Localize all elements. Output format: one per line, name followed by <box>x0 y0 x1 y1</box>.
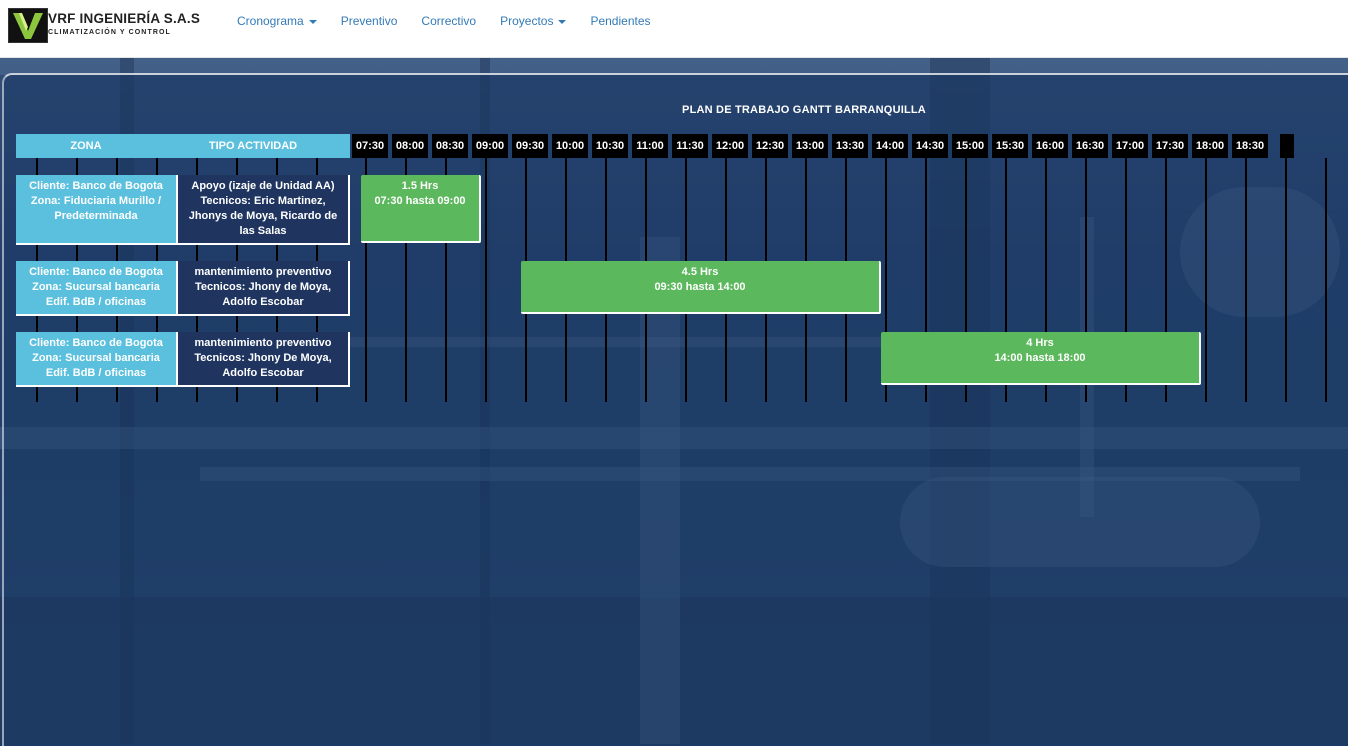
logo-icon <box>8 8 48 43</box>
tipo-line: Jhonys de Moya, Ricardo de <box>188 210 338 222</box>
time-header: 12:30 <box>752 134 788 158</box>
row-zona: Cliente: Banco de Bogota Zona: Sucursal b… <box>16 332 178 387</box>
tipo-line: Adolfo Escobar <box>222 296 304 308</box>
zona-line: Cliente: Banco de Bogota <box>29 180 163 192</box>
zona-line: Edif. BdB / oficinas <box>45 296 147 308</box>
bar-range: 07:30 hasta 09:00 <box>374 195 466 207</box>
brand[interactable]: VRF INGENIERÍA S.A.S CLIMATIZACIÓN Y CON… <box>8 8 201 44</box>
time-header: 18:00 <box>1192 134 1228 158</box>
main-nav: Cronograma Preventivo Correctivo Proyect… <box>225 0 663 57</box>
gantt-bar[interactable]: 4 Hrs 14:00 hasta 18:00 <box>881 332 1201 385</box>
time-header: 10:30 <box>592 134 628 158</box>
zona-line: Zona: Fiduciaria Murillo / <box>30 195 162 207</box>
bar-duration: 1.5 Hrs <box>401 180 439 192</box>
bar-range: 14:00 hasta 18:00 <box>994 352 1086 364</box>
bar-duration: 4 Hrs <box>1026 337 1054 349</box>
tipo-line: Tecnicos: Eric Martinez, <box>200 195 326 207</box>
time-header: 15:00 <box>952 134 988 158</box>
row-zona: Cliente: Banco de Bogota Zona: Sucursal b… <box>16 261 178 316</box>
header-tipo-actividad: TIPO ACTIVIDAD <box>156 134 350 158</box>
time-header: 14:00 <box>872 134 908 158</box>
tipo-line: Apoyo (izaje de Unidad AA) <box>191 180 335 192</box>
gantt-title: PLAN DE TRABAJO GANTT BARRANQUILLA <box>682 104 926 116</box>
zona-line: Cliente: Banco de Bogota <box>29 337 163 349</box>
gantt-bar[interactable]: 4.5 Hrs 09:30 hasta 14:00 <box>521 261 881 314</box>
time-header: 08:00 <box>392 134 428 158</box>
tipo-line: Tecnicos: Jhony de Moya, <box>194 281 332 293</box>
tipo-line: mantenimiento preventivo <box>194 266 332 278</box>
time-header: 11:00 <box>632 134 668 158</box>
time-header: 17:30 <box>1152 134 1188 158</box>
time-header: 13:30 <box>832 134 868 158</box>
tipo-line: Adolfo Escobar <box>222 367 304 379</box>
header-zona: ZONA <box>16 134 156 158</box>
zona-line: Cliente: Banco de Bogota <box>29 266 163 278</box>
grid-line <box>1325 158 1327 402</box>
bar-range: 09:30 hasta 14:00 <box>654 281 746 293</box>
grid-line <box>1245 158 1247 402</box>
bar-duration: 4.5 Hrs <box>681 266 719 278</box>
brand-title: VRF INGENIERÍA S.A.S <box>48 11 201 26</box>
content-panel <box>2 73 1348 746</box>
tipo-line: Tecnicos: Jhony De Moya, <box>194 352 332 364</box>
zona-line: Predeterminada <box>54 210 138 222</box>
row-tipo-actividad: Apoyo (izaje de Unidad AA) Tecnicos: Eric… <box>178 175 350 245</box>
time-header: 18:30 <box>1232 134 1268 158</box>
nav-item-correctivo[interactable]: Correctivo <box>409 0 488 57</box>
nav-item-pendientes[interactable]: Pendientes <box>578 0 662 57</box>
time-header: 12:00 <box>712 134 748 158</box>
nav-label: Pendientes <box>590 14 651 28</box>
navbar: VRF INGENIERÍA S.A.S CLIMATIZACIÓN Y CON… <box>0 0 1348 58</box>
tipo-line: las Salas <box>239 225 287 237</box>
nav-item-proyectos[interactable]: Proyectos <box>488 0 578 57</box>
nav-label: Correctivo <box>421 14 477 28</box>
time-header: 09:30 <box>512 134 548 158</box>
zona-line: Edif. BdB / oficinas <box>45 367 147 379</box>
row-zona: Cliente: Banco de Bogota Zona: Fiduciaria… <box>16 175 178 245</box>
caret-down-icon <box>308 19 317 24</box>
time-header: 17:00 <box>1112 134 1148 158</box>
time-header: 16:00 <box>1032 134 1068 158</box>
gantt-bar[interactable]: 1.5 Hrs 07:30 hasta 09:00 <box>361 175 481 243</box>
time-header: 16:30 <box>1072 134 1108 158</box>
nav-label: Cronograma <box>237 14 304 28</box>
grid-line <box>1205 158 1207 402</box>
time-header: 11:30 <box>672 134 708 158</box>
time-header: 15:30 <box>992 134 1028 158</box>
zona-line: Zona: Sucursal bancaria <box>32 352 160 364</box>
tipo-line: mantenimiento preventivo <box>194 337 332 349</box>
grid-line <box>485 158 487 402</box>
time-header: 14:30 <box>912 134 948 158</box>
time-header-end <box>1280 134 1294 158</box>
time-header: 08:30 <box>432 134 468 158</box>
time-header: 07:30 <box>352 134 388 158</box>
caret-down-icon <box>558 19 567 24</box>
nav-label: Preventivo <box>340 14 398 28</box>
row-tipo-actividad: mantenimiento preventivo Tecnicos: Jhony … <box>178 261 350 316</box>
time-header: 13:00 <box>792 134 828 158</box>
nav-label: Proyectos <box>500 14 554 28</box>
brand-subtitle: CLIMATIZACIÓN Y CONTROL <box>48 29 171 36</box>
grid-line <box>1285 158 1287 402</box>
row-tipo-actividad: mantenimiento preventivo Tecnicos: Jhony … <box>178 332 350 387</box>
time-header: 10:00 <box>552 134 588 158</box>
nav-item-preventivo[interactable]: Preventivo <box>329 0 410 57</box>
zona-line: Zona: Sucursal bancaria <box>32 281 160 293</box>
time-header: 09:00 <box>472 134 508 158</box>
nav-item-cronograma[interactable]: Cronograma <box>225 0 329 57</box>
